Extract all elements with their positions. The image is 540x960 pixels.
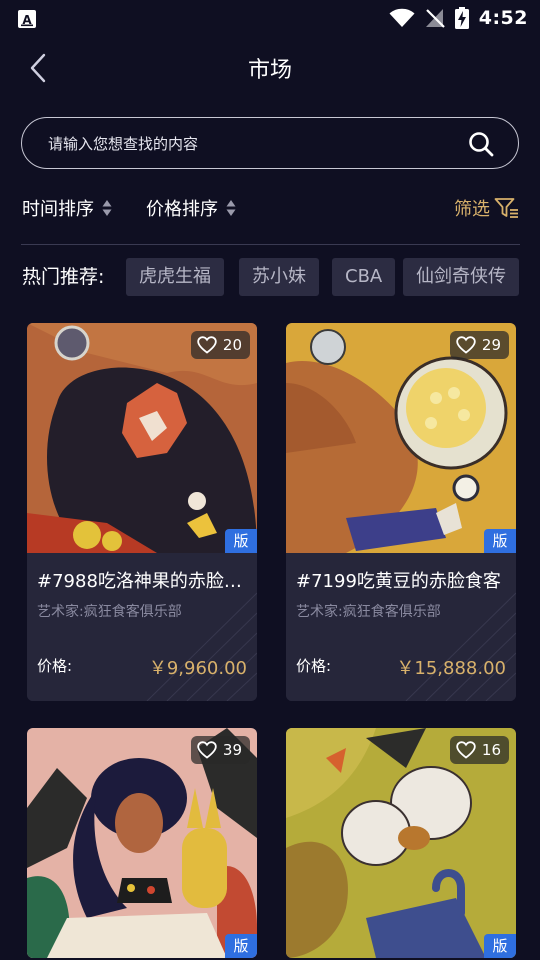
product-card[interactable]: 29 版 #7199吃黄豆的赤脸食客 艺术家:疯狂食客俱乐部 价格: ￥15,8… (286, 323, 516, 701)
hot-tag[interactable]: CBA (332, 258, 396, 296)
sort-bar: 时间排序 价格排序 筛选 (22, 192, 520, 224)
heart-icon (197, 741, 217, 759)
hot-label: 热门推荐: (22, 266, 105, 288)
sort-by-price-label: 价格排序 (146, 199, 218, 220)
like-count: 16 (481, 741, 501, 759)
edition-badge: 版 (225, 934, 257, 958)
sort-by-time-button[interactable]: 时间排序 (22, 192, 112, 224)
like-count: 20 (222, 336, 242, 354)
hot-tag[interactable]: 虎虎生福 (126, 258, 224, 296)
divider (21, 244, 520, 245)
product-card[interactable]: 20 版 #7988吃洛神果的赤脸食客 艺术家:疯狂食客俱乐部 价格: ￥9,9… (27, 323, 257, 701)
sort-arrows-icon (102, 200, 112, 216)
status-time: 4:52 (478, 7, 528, 29)
filter-button[interactable]: 筛选 (454, 192, 520, 224)
like-count: 39 (222, 741, 242, 759)
artwork-image: 20 版 (27, 323, 257, 553)
header: 市场 (0, 36, 540, 100)
like-badge[interactable]: 29 (449, 331, 509, 359)
like-badge[interactable]: 16 (449, 736, 509, 764)
product-title: #7988吃洛神果的赤脸食客 (37, 571, 249, 592)
filter-icon (494, 198, 518, 218)
filter-label: 筛选 (454, 199, 490, 220)
like-badge[interactable]: 20 (190, 331, 250, 359)
product-card[interactable]: 16 版 (286, 728, 516, 958)
app-notification-icon: A (18, 10, 36, 28)
search-input[interactable] (46, 118, 450, 169)
market-screen: A 4:52 市场 请输入您想查找的内容 时间排序 价格排序 筛选 热门推荐: … (0, 0, 540, 960)
hot-tag[interactable]: 苏小妹 (239, 258, 319, 296)
heart-icon (197, 336, 217, 354)
edition-badge: 版 (484, 529, 516, 553)
product-title: #7199吃黄豆的赤脸食客 (296, 571, 501, 592)
like-badge[interactable]: 39 (190, 736, 250, 764)
product-card[interactable]: 39 版 (27, 728, 257, 958)
product-price: ￥15,888.00 (396, 658, 506, 679)
page-title: 市场 (247, 58, 292, 83)
artwork-image: 16 版 (286, 728, 516, 958)
sort-by-time-label: 时间排序 (22, 199, 94, 220)
artwork-image: 39 版 (27, 728, 257, 958)
price-label: 价格: (296, 657, 332, 675)
product-artist: 艺术家:疯狂食客俱乐部 (296, 604, 441, 620)
card-info: #7199吃黄豆的赤脸食客 艺术家:疯狂食客俱乐部 价格: ￥15,888.00 (286, 553, 516, 701)
heart-icon (456, 336, 476, 354)
edition-badge: 版 (484, 934, 516, 958)
search-bar (21, 117, 519, 169)
product-price: ￥9,960.00 (148, 658, 247, 679)
status-bar: A 4:52 (0, 0, 540, 36)
sort-by-price-button[interactable]: 价格排序 (146, 192, 236, 224)
hot-tag[interactable]: 仙剑奇侠传 (403, 258, 519, 296)
card-info: #7988吃洛神果的赤脸食客 艺术家:疯狂食客俱乐部 价格: ￥9,960.00 (27, 553, 257, 701)
no-signal-icon (425, 9, 445, 28)
battery-charging-icon (454, 7, 469, 29)
hot-recommendations: 热门推荐: 虎虎生福 苏小妹 CBA 仙剑奇侠传 (22, 258, 540, 296)
edition-badge: 版 (225, 529, 257, 553)
sort-arrows-icon (226, 200, 236, 216)
wifi-icon (389, 8, 415, 27)
heart-icon (456, 741, 476, 759)
price-label: 价格: (37, 657, 73, 675)
like-count: 29 (481, 336, 501, 354)
artwork-image: 29 版 (286, 323, 516, 553)
product-artist: 艺术家:疯狂食客俱乐部 (37, 604, 182, 620)
search-icon[interactable] (468, 131, 494, 157)
